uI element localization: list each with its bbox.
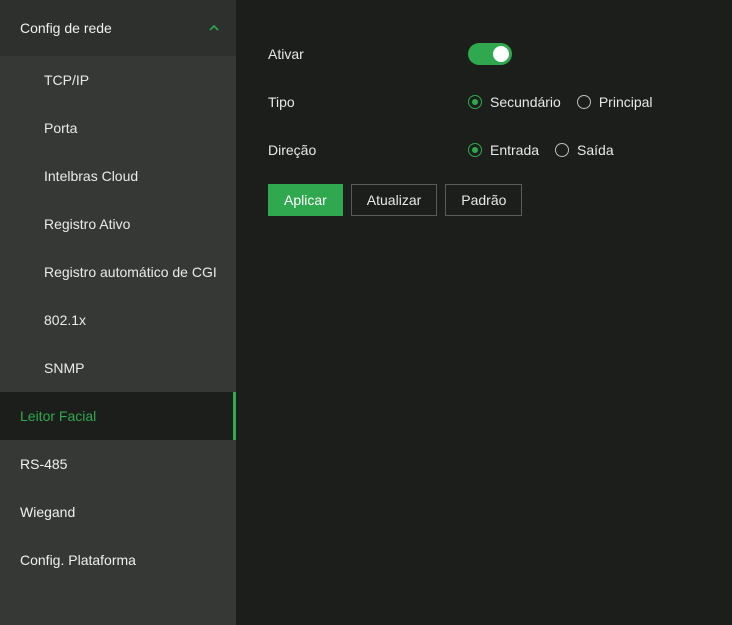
action-buttons: Aplicar Atualizar Padrão [268,184,530,216]
tipo-option-label: Principal [598,94,653,110]
sidebar: Config de rede TCP/IP Porta Intelbras Cl… [0,0,236,625]
tipo-option-principal[interactable]: Principal [576,94,653,110]
refresh-button[interactable]: Atualizar [350,184,438,216]
sidebar-item-tcp-ip[interactable]: TCP/IP [0,56,236,104]
sidebar-item-registro-automatico-cgi[interactable]: Registro automático de CGI [0,248,236,296]
sidebar-item-porta[interactable]: Porta [0,104,236,152]
direcao-label: Direção [268,142,317,158]
sidebar-item-leitor-facial[interactable]: Leitor Facial [0,392,236,440]
sidebar-item-wiegand[interactable]: Wiegand [0,488,236,536]
tipo-option-secundario[interactable]: Secundário [468,94,561,110]
apply-button[interactable]: Aplicar [268,184,343,216]
tipo-label: Tipo [268,94,295,110]
direcao-option-entrada[interactable]: Entrada [468,142,539,158]
default-button[interactable]: Padrão [445,184,523,216]
ativar-toggle[interactable] [468,43,512,65]
toggle-knob [493,46,509,62]
sidebar-item-intelbras-cloud[interactable]: Intelbras Cloud [0,152,236,200]
sidebar-item-config-plataforma[interactable]: Config. Plataforma [0,536,236,584]
sidebar-item-registro-ativo[interactable]: Registro Ativo [0,200,236,248]
radio-checked-icon [468,95,482,109]
nav-group-config-de-rede[interactable]: Config de rede [0,0,236,56]
radio-checked-icon [468,143,482,157]
tipo-option-label: Secundário [490,94,561,110]
sidebar-item-snmp[interactable]: SNMP [0,344,236,392]
chevron-up-icon [208,22,220,34]
tipo-row: Tipo Secundário Principal [268,90,669,114]
direcao-row: Direção Entrada Saída [268,138,630,162]
ativar-label: Ativar [268,46,304,62]
direcao-option-label: Entrada [490,142,540,158]
ativar-row: Ativar [268,42,512,66]
sidebar-item-8021x[interactable]: 802.1x [0,296,236,344]
direcao-option-label: Saída [577,142,614,158]
direcao-option-saida[interactable]: Saída [555,142,614,158]
radio-unchecked-icon [576,95,591,109]
nav-group-label: Config de rede [20,20,112,36]
radio-unchecked-icon [555,143,570,157]
main-content: Ativar Tipo Secundário Principal Direção… [236,0,732,625]
sidebar-item-rs-485[interactable]: RS-485 [0,440,236,488]
